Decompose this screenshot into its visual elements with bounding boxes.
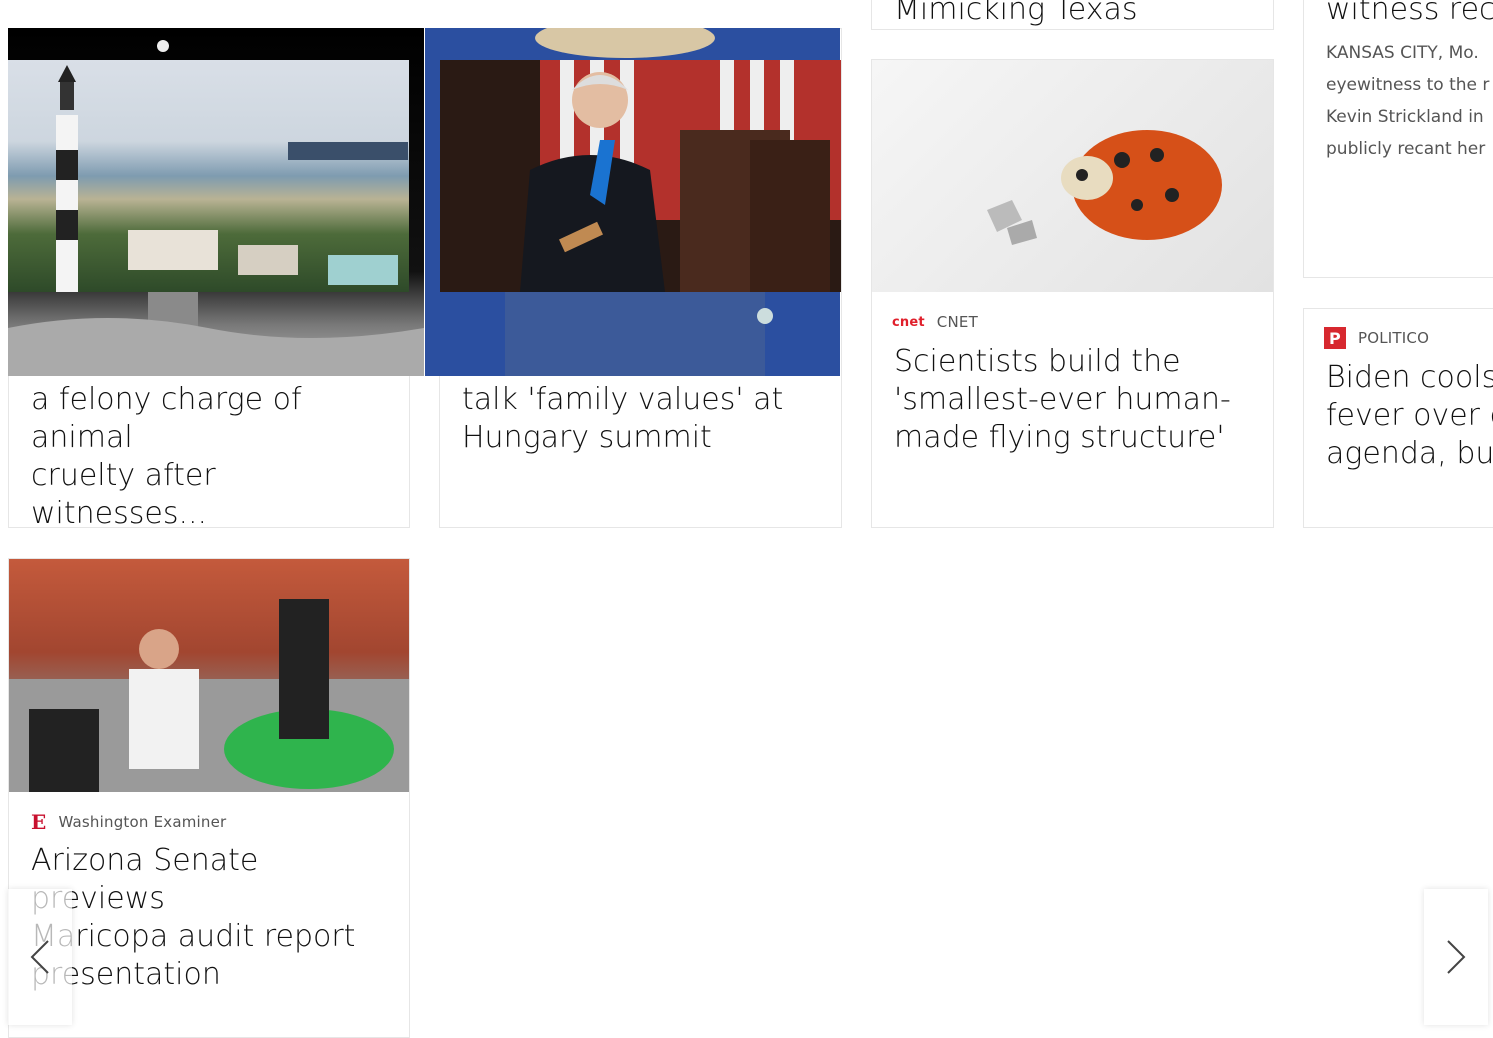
source-name: CNET [936, 313, 978, 331]
card-source: cnet CNET [892, 313, 978, 331]
arizona-audit-image [9, 559, 409, 792]
news-card-politico[interactable]: P POLITICO Biden cools fever over d agen… [1303, 308, 1493, 528]
card-source: E Washington Examiner [31, 810, 226, 834]
chevron-right-icon [1447, 940, 1466, 974]
card-headline: Mimicking Texas [894, 0, 1138, 27]
card-source: P POLITICO [1324, 327, 1429, 349]
previous-button[interactable] [8, 889, 72, 1025]
washington-examiner-logo-icon: E [31, 810, 47, 834]
politico-logo-icon: P [1324, 327, 1346, 349]
card-headline: a felony charge of animal cruelty after … [31, 382, 302, 528]
card-headline: Arizona Senate previews Maricopa audit r… [31, 843, 356, 992]
next-button[interactable] [1424, 889, 1488, 1025]
chevron-left-icon [30, 940, 49, 974]
card-headline: witness reca [1326, 0, 1493, 27]
pence-image [440, 60, 841, 292]
ladybug-image [872, 60, 1273, 292]
card-headline: Biden cools fever over d agenda, but [1326, 360, 1493, 471]
news-card-witness[interactable]: witness reca KANSAS CITY, Mo. eyewitness… [1303, 0, 1493, 278]
cnet-logo-icon: cnet [892, 314, 925, 330]
source-name: Washington Examiner [58, 813, 227, 831]
card-headline: talk 'family values' at Hungary summit [462, 382, 784, 455]
card-summary: KANSAS CITY, Mo. eyewitness to the r Kev… [1326, 43, 1490, 159]
source-name: POLITICO [1358, 329, 1430, 347]
news-card-texas[interactable]: Mimicking Texas [871, 0, 1274, 30]
card-headline: Scientists build the 'smallest-ever huma… [894, 344, 1231, 455]
lighthouse-image [8, 60, 409, 292]
news-card-cnet[interactable]: cnet CNET Scientists build the 'smallest… [871, 59, 1274, 528]
